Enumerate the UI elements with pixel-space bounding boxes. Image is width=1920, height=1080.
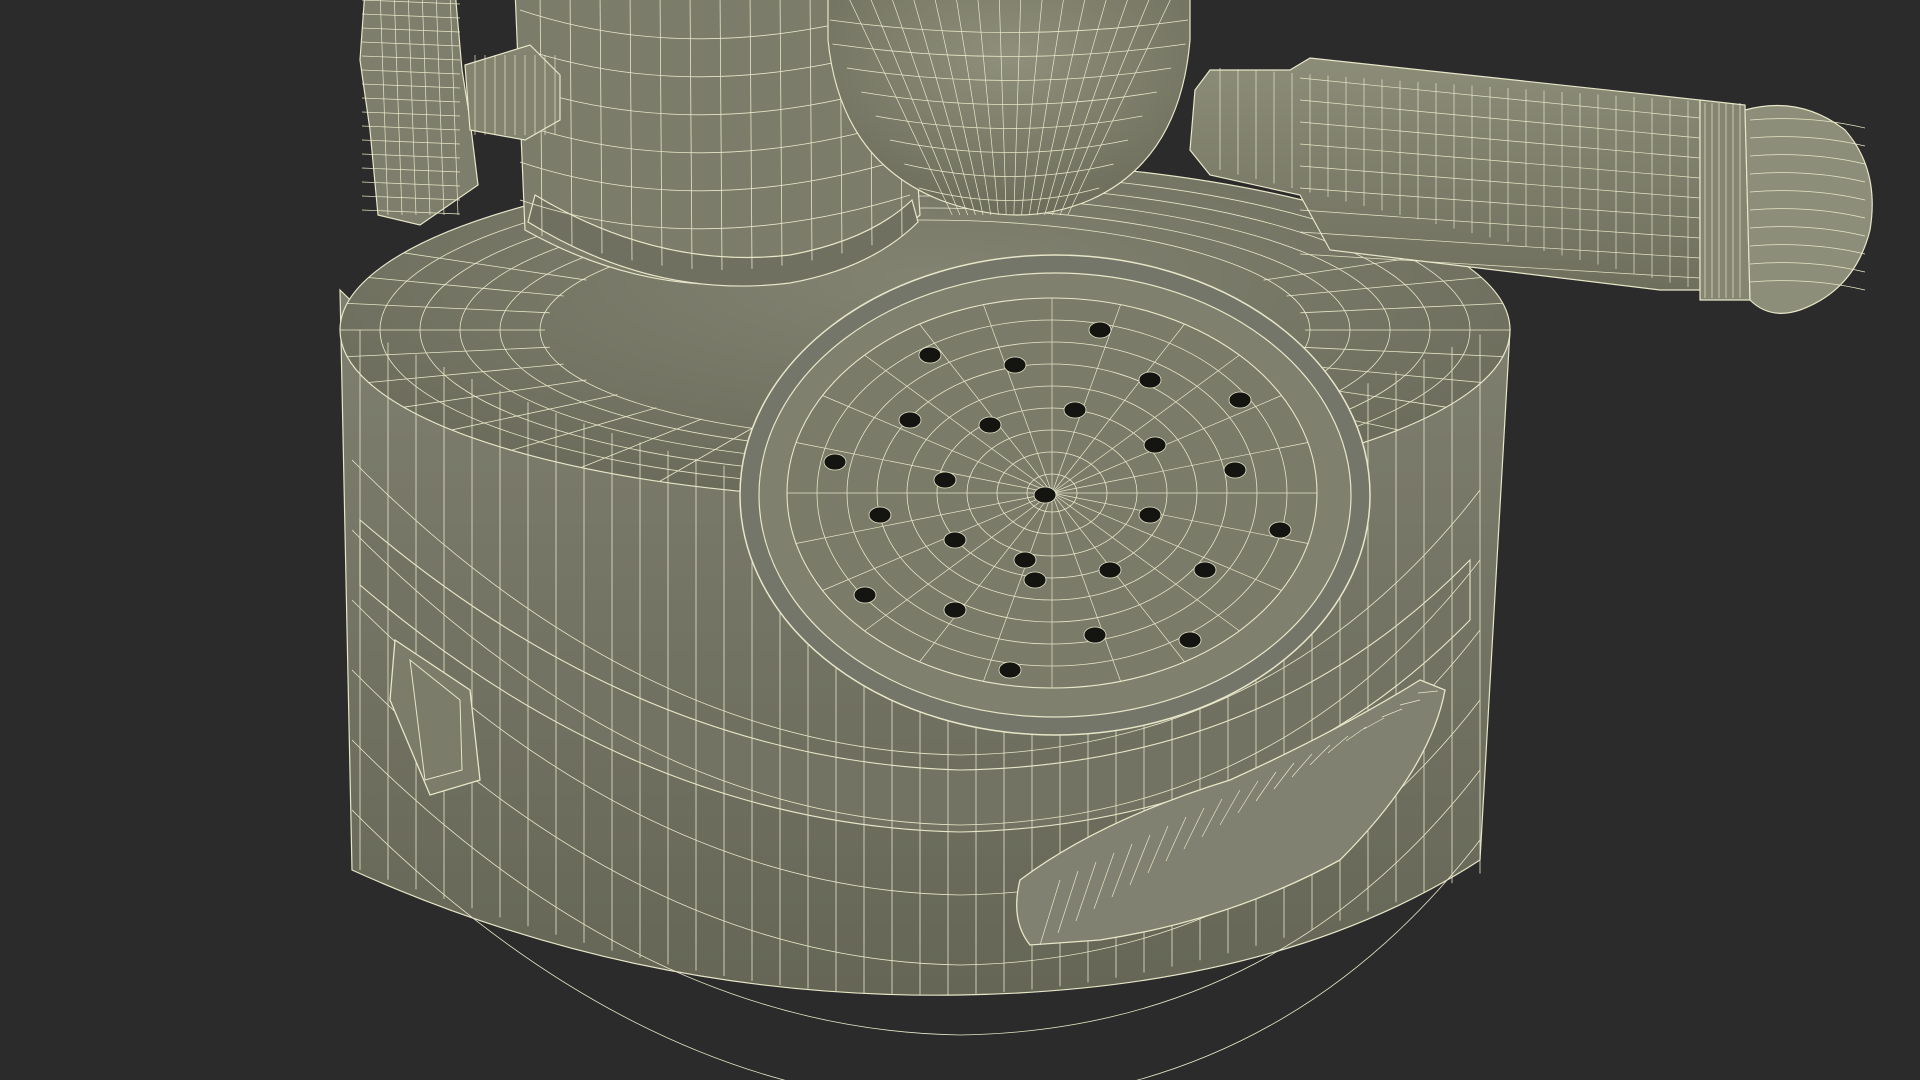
strainer-hole (1088, 321, 1112, 339)
wireframe-scene (339, 0, 1873, 1080)
strainer-hole (943, 531, 967, 549)
strainer-hole (1138, 506, 1162, 524)
strainer-hole (898, 411, 922, 429)
strainer-hole (1098, 561, 1122, 579)
strainer-hole (868, 506, 892, 524)
strainer-hole (1023, 571, 1047, 589)
strainer-hole (1083, 626, 1107, 644)
strainer-hole (1033, 486, 1057, 504)
strainer-hole (1228, 391, 1252, 409)
strainer-hole (853, 586, 877, 604)
strainer-hole (823, 453, 847, 471)
strainer-hole (978, 416, 1002, 434)
strainer-hole (1063, 401, 1087, 419)
strainer-hole (1138, 371, 1162, 389)
strainer-hole (1268, 521, 1292, 539)
strainer-hole (1223, 461, 1247, 479)
strainer-hole (933, 471, 957, 489)
strainer-plate (739, 254, 1371, 736)
strainer-hole (1143, 436, 1167, 454)
strainer-hole (1193, 561, 1217, 579)
render-viewport (0, 0, 1920, 1080)
strainer-hole (1003, 356, 1027, 374)
strainer-hole (918, 346, 942, 364)
strainer-hole (998, 661, 1022, 679)
strainer-hole (1013, 551, 1037, 569)
strainer-hole (1178, 631, 1202, 649)
strainer-hole (943, 601, 967, 619)
